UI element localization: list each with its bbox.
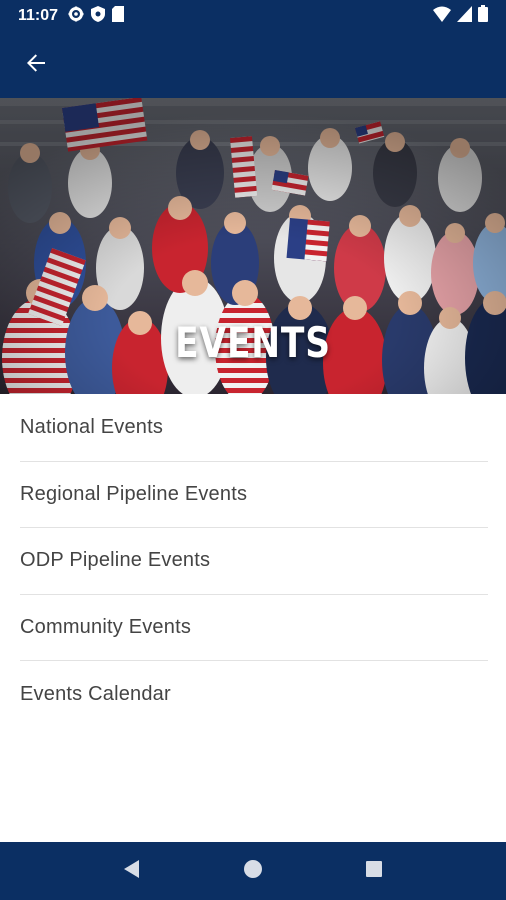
- nav-home-button[interactable]: [233, 851, 273, 891]
- menu-item-national-events[interactable]: National Events: [20, 395, 488, 462]
- menu-item-community-events[interactable]: Community Events: [20, 595, 488, 661]
- gear-icon: [68, 6, 84, 27]
- menu-item-events-calendar[interactable]: Events Calendar: [20, 661, 488, 728]
- back-triangle-icon: [122, 859, 142, 884]
- cell-signal-icon: [457, 5, 472, 27]
- battery-icon: [478, 5, 488, 27]
- recents-square-icon: [365, 860, 383, 883]
- back-button[interactable]: [22, 51, 50, 79]
- system-nav-bar: [0, 842, 506, 900]
- shield-icon: [91, 5, 106, 27]
- events-menu-list: National Events Regional Pipeline Events…: [0, 395, 506, 728]
- status-bar: 11:07: [0, 0, 506, 32]
- menu-item-odp-pipeline-events[interactable]: ODP Pipeline Events: [20, 528, 488, 595]
- nav-recents-button[interactable]: [354, 851, 394, 891]
- menu-item-regional-pipeline-events[interactable]: Regional Pipeline Events: [20, 462, 488, 528]
- sim-card-icon: [112, 5, 125, 27]
- nav-back-button[interactable]: [112, 851, 152, 891]
- status-time: 11:07: [18, 7, 59, 24]
- wifi-icon: [433, 6, 451, 27]
- arrow-left-icon: [24, 51, 48, 80]
- hero-title: EVENTS: [175, 318, 331, 367]
- app-bar: [0, 32, 506, 98]
- home-circle-icon: [243, 859, 263, 884]
